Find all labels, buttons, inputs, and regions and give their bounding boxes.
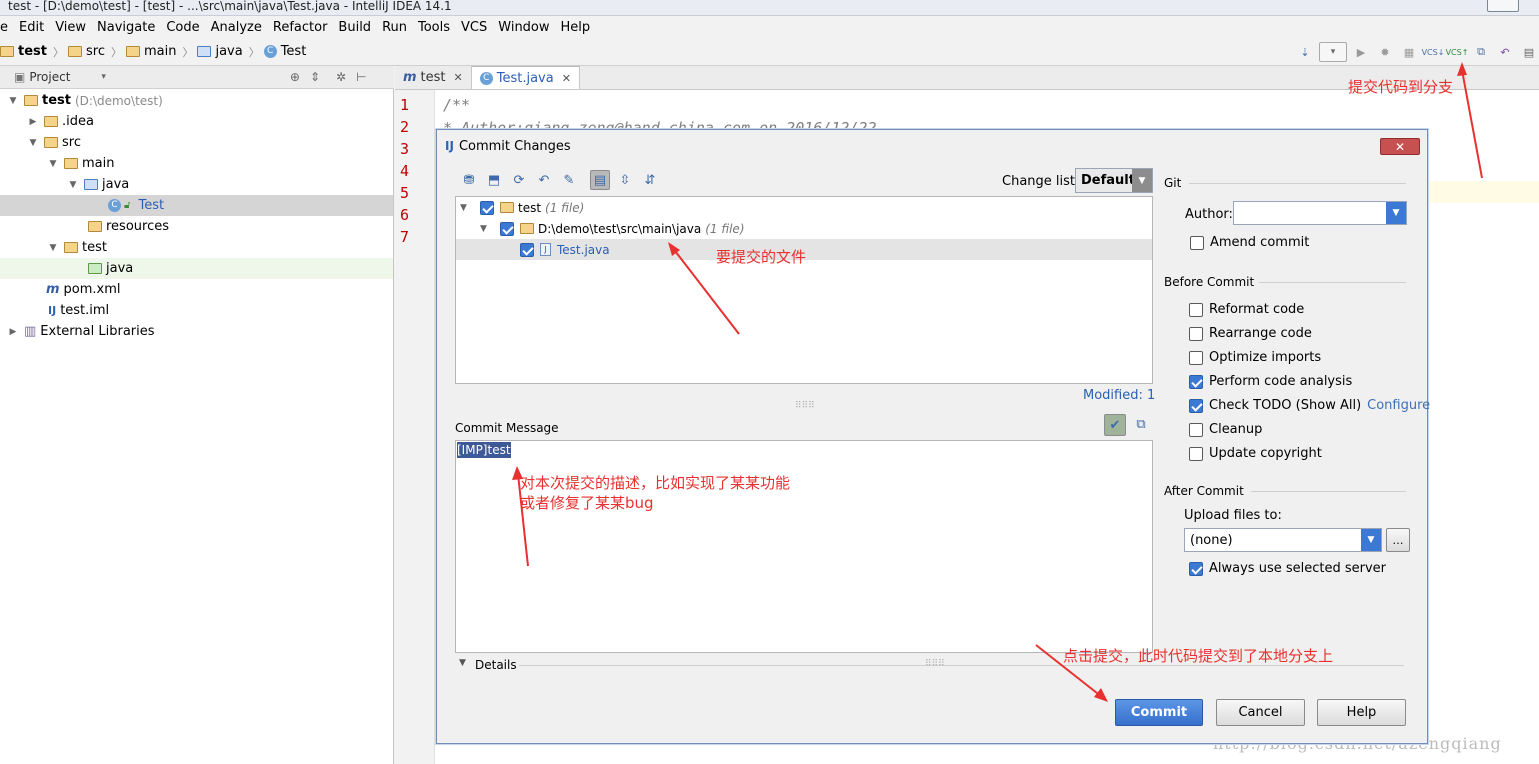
arrowhead [1457, 62, 1467, 76]
arrowhead [512, 466, 523, 480]
arrowhead [1094, 688, 1108, 702]
arrow-to-vcs-commit [1461, 69, 1483, 179]
arrow-to-commit [1035, 644, 1103, 698]
arrow-to-message [517, 473, 529, 567]
annotation-arrows [512, 62, 1483, 702]
arrow-to-files [671, 246, 740, 335]
